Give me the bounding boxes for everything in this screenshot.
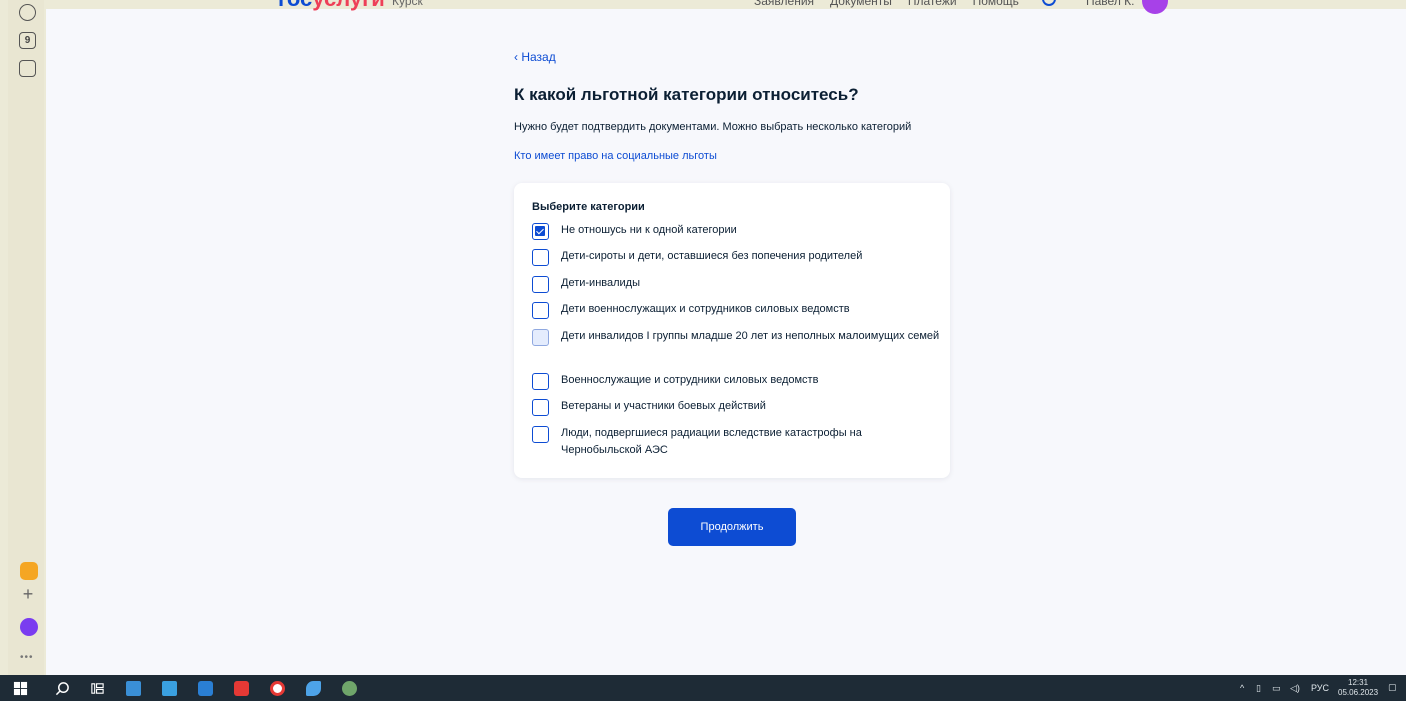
volume-icon[interactable]: ◁) — [1290, 683, 1300, 694]
nav-documents[interactable]: Документы — [830, 0, 892, 8]
app-icon[interactable] — [306, 681, 321, 696]
screenshot-icon[interactable] — [19, 60, 36, 77]
mail-app-icon[interactable] — [20, 562, 38, 580]
option-military-children[interactable]: Дети военнослужащих и сотрудников силовы… — [532, 302, 942, 319]
option-label: Люди, подвергшиеся радиации вследствие к… — [561, 427, 862, 456]
user-name[interactable]: Павел К. — [1086, 0, 1134, 8]
category-form-card: Выберите категории Не отношусь ни к одно… — [514, 183, 950, 478]
option-military[interactable]: Военнослужащие и сотрудники силовых ведо… — [532, 373, 942, 390]
option-none[interactable]: Не отношусь ни к одной категории — [532, 223, 942, 240]
browser-sidebar: 9 + ••• — [8, 0, 44, 675]
counter-badge-icon[interactable]: 9 — [19, 32, 36, 49]
checkbox[interactable] — [532, 329, 549, 346]
yandex-app-icon[interactable] — [234, 681, 249, 696]
option-label: Дети военнослужащих и сотрудников силовы… — [561, 303, 850, 315]
history-icon[interactable] — [19, 4, 36, 21]
nav-applications[interactable]: Заявления — [754, 0, 814, 8]
option-label: Военнослужащие и сотрудники силовых ведо… — [561, 374, 819, 386]
option-disabled-parents-children[interactable]: Дети инвалидов I группы младше 20 лет из… — [532, 329, 942, 346]
checkbox[interactable] — [532, 276, 549, 293]
option-veterans[interactable]: Ветераны и участники боевых действий — [532, 399, 942, 416]
gosuslugi-logo[interactable]: госуслуги — [278, 0, 385, 12]
notifications-icon[interactable]: ▢ — [1388, 682, 1397, 693]
option-label: Ветераны и участники боевых действий — [561, 400, 766, 412]
app-icon[interactable] — [342, 681, 357, 696]
checkbox[interactable] — [532, 373, 549, 390]
nav-payments[interactable]: Платежи — [908, 0, 957, 8]
counter-badge-label: 9 — [24, 35, 31, 46]
option-chernobyl[interactable]: Люди, подвергшиеся радиации вследствие к… — [532, 426, 942, 459]
taskbar: ^ ▯ ▭ ◁) РУС 12:31 05.06.2023 ▢ — [0, 675, 1406, 701]
avatar[interactable] — [1142, 0, 1168, 14]
option-label: Дети инвалидов I группы младше 20 лет из… — [561, 330, 940, 342]
region-selector[interactable]: Курск — [392, 0, 423, 8]
back-label: Назад — [521, 50, 556, 64]
back-link[interactable]: ‹ Назад — [514, 50, 556, 64]
clock-time: 12:31 — [1348, 678, 1369, 687]
app-icon[interactable] — [126, 681, 141, 696]
option-label: Дети-инвалиды — [561, 277, 640, 289]
option-disabled-children[interactable]: Дети-инвалиды — [532, 276, 942, 293]
nav-help[interactable]: Помощь — [973, 0, 1019, 8]
task-view-icon[interactable] — [90, 681, 105, 696]
add-icon[interactable]: + — [19, 585, 37, 603]
checkbox[interactable] — [532, 302, 549, 319]
store-icon[interactable] — [162, 681, 177, 696]
continue-button[interactable]: Продолжить — [668, 508, 796, 546]
checkbox[interactable] — [532, 249, 549, 266]
yandex-browser-icon[interactable] — [270, 681, 285, 696]
option-orphans[interactable]: Дети-сироты и дети, оставшиеся без попеч… — [532, 249, 942, 266]
alice-assistant-icon[interactable] — [20, 618, 38, 636]
form-title: Выберите категории — [532, 201, 645, 213]
checkbox[interactable] — [532, 426, 549, 443]
windows-start-icon[interactable] — [13, 681, 28, 696]
network-icon[interactable]: ▭ — [1272, 683, 1281, 694]
benefits-info-link[interactable]: Кто имеет право на социальные льготы — [514, 150, 717, 162]
checkbox-checked[interactable] — [532, 223, 549, 240]
language-indicator[interactable]: РУС — [1311, 683, 1329, 693]
clock-date: 05.06.2023 — [1338, 688, 1379, 697]
option-label: Не отношусь ни к одной категории — [561, 224, 737, 236]
option-label: Дети-сироты и дети, оставшиеся без попеч… — [561, 250, 863, 262]
search-icon[interactable] — [1042, 0, 1056, 6]
site-header: госуслуги Курск Заявления Документы Плат… — [46, 0, 1406, 14]
checkbox[interactable] — [532, 399, 549, 416]
page-title: К какой льготной категории относитесь? — [514, 85, 859, 104]
battery-icon[interactable]: ▯ — [1256, 683, 1261, 694]
page-subtitle: Нужно будет подтвердить документами. Мож… — [514, 121, 912, 133]
mail-icon[interactable] — [198, 681, 213, 696]
header-nav: Заявления Документы Платежи Помощь — [754, 0, 1019, 8]
clock[interactable]: 12:31 05.06.2023 — [1338, 678, 1378, 698]
more-icon[interactable]: ••• — [20, 652, 34, 663]
search-icon[interactable] — [55, 681, 70, 696]
tray-chevron-up-icon[interactable]: ^ — [1240, 683, 1244, 693]
